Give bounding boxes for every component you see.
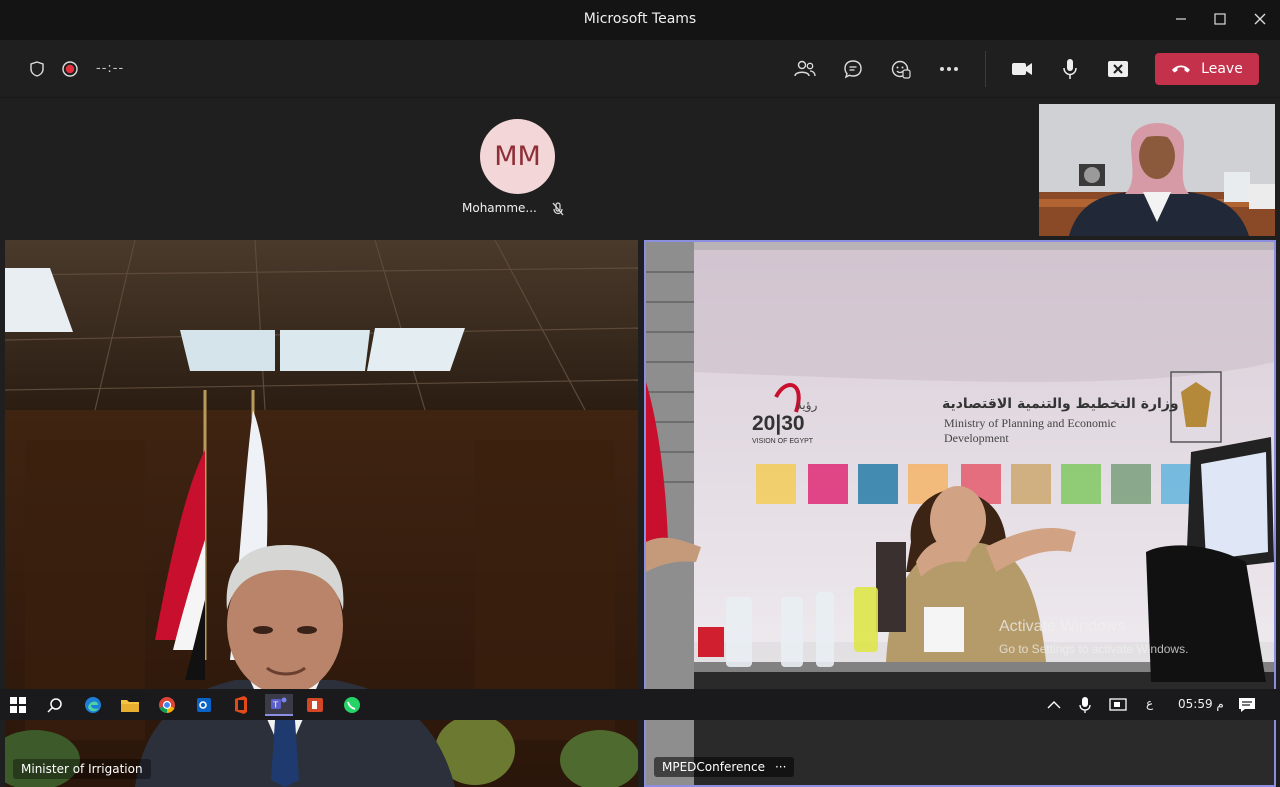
title-bar: Microsoft Teams [0, 0, 1280, 40]
outlook-icon[interactable] [193, 694, 215, 716]
windows-taskbar: T ع 05:59 م [0, 689, 1280, 720]
camera-icon[interactable] [1009, 57, 1035, 81]
minimize-button[interactable] [1169, 8, 1193, 30]
activation-watermark-line1: Activate Windows [999, 618, 1126, 635]
powerpoint-icon[interactable] [304, 694, 326, 716]
tile-name: MPEDConference [662, 760, 765, 774]
self-view-video[interactable] [1039, 104, 1275, 236]
participant-name-label: Minister of Irrigation [13, 759, 151, 779]
search-icon[interactable] [44, 694, 66, 716]
display-tray-icon[interactable] [1107, 694, 1129, 716]
reactions-icon[interactable] [888, 57, 914, 81]
close-button[interactable] [1248, 8, 1272, 30]
whatsapp-icon[interactable] [341, 694, 363, 716]
teams-icon[interactable]: T [265, 694, 293, 716]
toolbar-divider [985, 51, 986, 87]
participant-avatar[interactable]: MM [480, 119, 555, 194]
participants-icon[interactable] [792, 57, 818, 81]
shield-icon[interactable] [24, 57, 50, 81]
tile-more-icon[interactable]: ··· [775, 760, 786, 774]
meeting-stage: MM Mohamme... Minister of Irrigation رؤي… [0, 99, 1280, 787]
share-stop-icon[interactable] [1105, 57, 1131, 81]
leave-label: Leave [1201, 61, 1243, 77]
meeting-timer: --:-- [96, 61, 125, 76]
office-icon[interactable] [230, 694, 252, 716]
meeting-toolbar: --:-- Leave [0, 40, 1280, 98]
mic-icon[interactable] [1057, 57, 1083, 81]
edge-icon[interactable] [82, 694, 104, 716]
notification-icon[interactable] [1236, 694, 1258, 716]
ministry-arabic: وزارة التخطيط والتنمية الاقتصادية [942, 396, 1179, 412]
avatar-initials: MM [494, 141, 541, 172]
phone-icon [1172, 65, 1191, 73]
svg-text:T: T [272, 700, 278, 709]
activation-watermark-line2: Go to Settings to activate Windows. [999, 642, 1189, 656]
mic-muted-icon [550, 201, 566, 217]
microphone-tray-icon[interactable] [1074, 694, 1096, 716]
chevron-up-icon[interactable] [1043, 694, 1065, 716]
ministry-english-line2: Development [944, 431, 1009, 445]
participant-name-label-right: MPEDConference ··· [654, 757, 795, 777]
vision-year: 20|30 [752, 412, 805, 435]
taskbar-clock[interactable]: 05:59 م [1178, 697, 1224, 711]
window-title: Microsoft Teams [583, 11, 697, 27]
windows-start-icon[interactable] [7, 694, 29, 716]
vision-caption: VISION OF EGYPT [752, 438, 814, 445]
input-language[interactable]: ع [1146, 696, 1153, 710]
vision-arabic: رؤية [796, 398, 818, 412]
record-icon[interactable] [57, 57, 83, 81]
ministry-english-line1: Ministry of Planning and Economic [944, 416, 1116, 430]
leave-button[interactable]: Leave [1155, 53, 1259, 85]
maximize-button[interactable] [1208, 8, 1232, 30]
more-icon[interactable] [936, 57, 962, 81]
file-explorer-icon[interactable] [119, 694, 141, 716]
chat-icon[interactable] [840, 57, 866, 81]
avatar-name: Mohamme... [462, 201, 537, 215]
chrome-icon[interactable] [156, 694, 178, 716]
